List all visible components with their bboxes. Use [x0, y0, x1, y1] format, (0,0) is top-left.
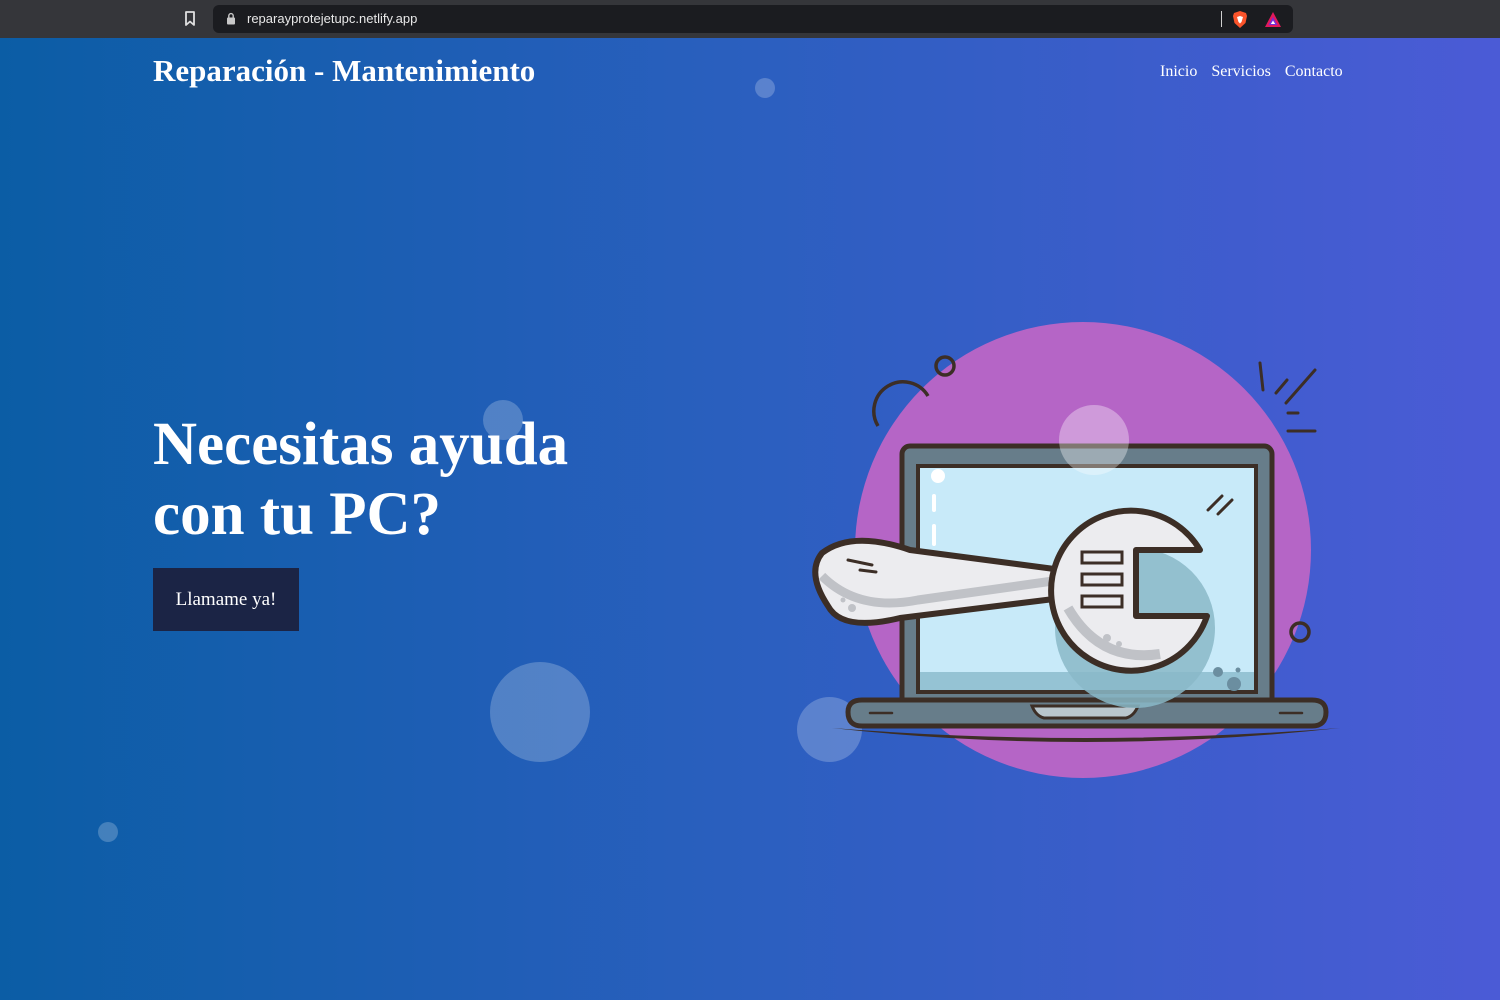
nav-link-servicios[interactable]: Servicios [1211, 63, 1271, 81]
decorative-bubble [98, 822, 118, 842]
bookmark-icon[interactable] [183, 10, 197, 28]
laptop-wrench-illustration [812, 322, 1340, 778]
url-divider [1221, 11, 1222, 27]
main-nav: Inicio Servicios Contacto [1160, 63, 1343, 81]
address-bar[interactable]: reparayprotejetupc.netlify.app [213, 5, 1293, 33]
hero-section: Reparación - Mantenimiento Inicio Servic… [0, 38, 1500, 1000]
call-now-button[interactable]: Llamame ya! [153, 568, 299, 631]
nav-link-contacto[interactable]: Contacto [1285, 63, 1343, 81]
brave-rewards-icon[interactable] [1264, 11, 1282, 28]
decorative-bubble [1059, 405, 1129, 475]
lock-icon [227, 12, 235, 25]
decorative-bubble [755, 78, 775, 98]
hero-heading: Necesitas ayuda con tu PC? [153, 411, 569, 548]
site-title[interactable]: Reparación - Mantenimiento [153, 53, 535, 89]
browser-toolbar: reparayprotejetupc.netlify.app [0, 0, 1500, 38]
nav-link-inicio[interactable]: Inicio [1160, 63, 1197, 81]
brave-shield-icon[interactable] [1231, 10, 1249, 29]
url-text[interactable]: reparayprotejetupc.netlify.app [247, 11, 417, 26]
decorative-bubble [490, 662, 590, 762]
